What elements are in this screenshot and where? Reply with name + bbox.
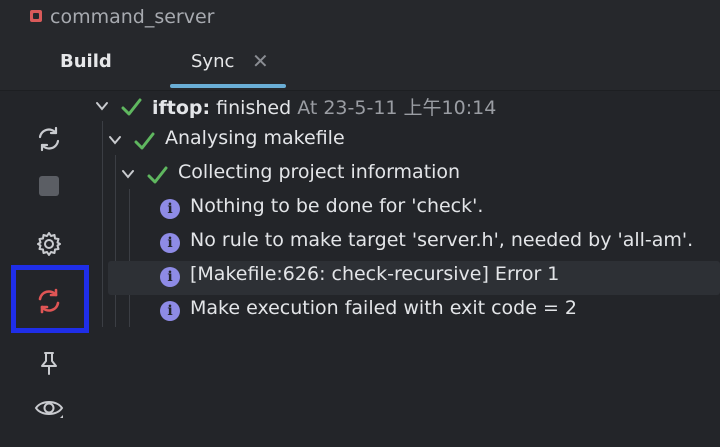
tab-bar: Build Sync ✕ <box>0 36 720 91</box>
step-label: Analysing makefile <box>165 127 345 149</box>
info-icon: i <box>160 267 180 287</box>
project-name: iftop: <box>152 97 211 119</box>
chevron-down-icon[interactable] <box>120 166 136 182</box>
stop-button[interactable] <box>30 167 68 205</box>
message-text: Nothing to be done for 'check'. <box>190 195 484 217</box>
gear-icon <box>37 232 61 256</box>
settings-button[interactable] <box>30 225 68 263</box>
active-tab-indicator <box>170 84 286 88</box>
chevron-down-icon[interactable] <box>107 132 123 148</box>
visibility-button[interactable] <box>30 389 68 427</box>
tree-row-message[interactable]: i Nothing to be done for 'check'. <box>88 193 720 227</box>
build-timestamp: At 23-5-11 上午10:14 <box>291 97 497 119</box>
tool-strip <box>0 91 89 447</box>
tab-sync[interactable]: Sync <box>191 51 234 72</box>
highlight-box <box>11 265 89 333</box>
chevron-down-icon[interactable] <box>94 98 110 114</box>
sync-icon <box>38 126 60 152</box>
tree-row-root[interactable]: iftop: finished At 23-5-11 上午10:14 <box>88 91 720 125</box>
file-bar: command_server <box>0 0 720 36</box>
tree-row-root-text: iftop: finished At 23-5-11 上午10:14 <box>152 93 496 120</box>
pin-icon <box>41 352 57 375</box>
file-icon <box>30 10 42 22</box>
tree-row-message[interactable]: i No rule to make target 'server.h', nee… <box>88 227 720 261</box>
check-icon <box>134 132 155 150</box>
check-icon <box>121 98 142 116</box>
pin-button[interactable] <box>30 344 68 382</box>
sync-tree: iftop: finished At 23-5-11 上午10:14 Analy… <box>88 91 720 447</box>
info-icon: i <box>160 233 180 253</box>
step-label: Collecting project information <box>178 161 461 183</box>
tree-row-message[interactable]: i Make execution failed with exit code =… <box>88 295 720 329</box>
tree-row-analysing[interactable]: Analysing makefile <box>88 125 720 159</box>
file-name[interactable]: command_server <box>50 6 214 28</box>
check-icon <box>147 166 168 184</box>
message-text: No rule to make target 'server.h', neede… <box>190 229 694 251</box>
message-text: [Makefile:626: check-recursive] Error 1 <box>190 263 560 285</box>
message-text: Make execution failed with exit code = 2 <box>190 297 578 319</box>
tab-build[interactable]: Build <box>60 51 112 72</box>
eye-icon <box>34 401 64 418</box>
info-icon: i <box>160 199 180 219</box>
stop-icon <box>39 176 59 196</box>
tree-row-message-selected[interactable]: i [Makefile:626: check-recursive] Error … <box>108 261 720 295</box>
sync-button[interactable] <box>30 120 68 158</box>
info-icon: i <box>160 301 180 321</box>
build-status: finished <box>210 97 292 119</box>
tab-sync-close-icon[interactable]: ✕ <box>252 49 269 73</box>
tree-row-collecting[interactable]: Collecting project information <box>88 159 720 193</box>
